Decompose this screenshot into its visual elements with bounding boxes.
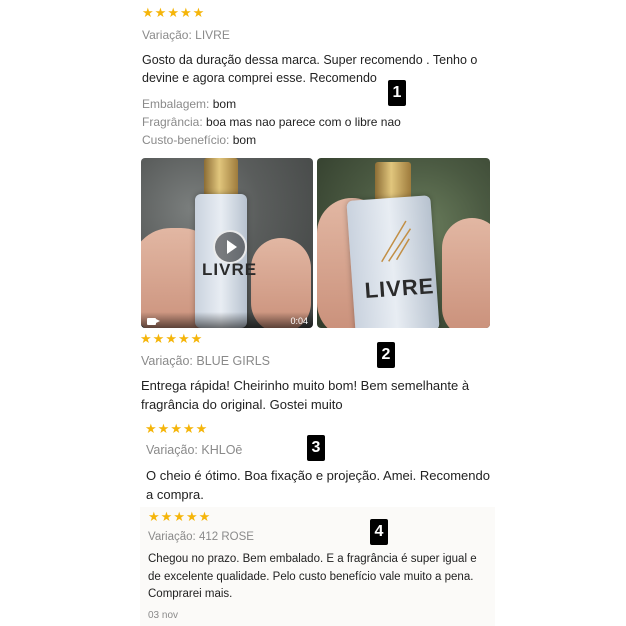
rating-stars: ★ ★ ★ ★ ★ (140, 332, 202, 345)
star-icon: ★ (185, 509, 198, 524)
review-photo-thumbnail[interactable]: LIVRE (317, 158, 490, 328)
star-icon: ★ (160, 509, 173, 524)
star-icon: ★ (145, 421, 157, 436)
review-text: Chegou no prazo. Bem embalado. E a fragr… (148, 553, 477, 600)
variation-label: Variação: (148, 531, 196, 543)
rating-stars: ★ ★ ★ ★ ★ (148, 510, 210, 523)
star-icon: ★ (182, 421, 195, 436)
video-camera-icon (147, 318, 160, 325)
video-duration: 0:04 (290, 316, 308, 326)
play-icon[interactable] (213, 230, 247, 264)
annotation-badge: 2 (377, 342, 395, 368)
annotation-badge: 3 (307, 435, 325, 461)
star-icon: ★ (179, 5, 192, 20)
star-icon: ★ (190, 331, 203, 346)
variation: Variação: KHLOē (146, 443, 242, 457)
star-icon: ★ (195, 421, 208, 436)
variation-value: LIVRE (195, 28, 230, 42)
star-icon: ★ (165, 331, 177, 346)
star-icon: ★ (154, 5, 167, 20)
star-icon: ★ (198, 509, 211, 524)
attribute-fragrance: Fragrância: boa mas nao parece com o lib… (142, 115, 401, 129)
variation: Variação: 412 ROSE (148, 531, 254, 543)
star-icon: ★ (167, 5, 179, 20)
attribute-value: Custo-benefício: bom (142, 133, 257, 147)
bottle-cap (204, 158, 238, 196)
variation: Variação: LIVRE (142, 28, 230, 42)
review-date: 03 nov (148, 610, 179, 621)
variation-label: Variação: (146, 443, 198, 457)
star-icon: ★ (142, 5, 154, 20)
star-icon: ★ (148, 509, 160, 524)
attribute-packaging: Embalagem: bom (142, 97, 237, 111)
star-icon: ★ (170, 421, 182, 436)
star-icon: ★ (140, 331, 152, 346)
star-icon: ★ (177, 331, 190, 346)
variation-value: BLUE GIRLS (196, 354, 271, 368)
rating-stars: ★ ★ ★ ★ ★ (145, 422, 207, 435)
attribute-list: Embalagem: bom Fragrância: boa mas nao p… (142, 95, 401, 149)
star-icon: ★ (192, 5, 205, 20)
video-bar: 0:04 (141, 312, 313, 328)
perfume-bottle: LIVRE (346, 195, 440, 328)
variation-label: Variação: (142, 28, 192, 42)
variation-label: Variação: (141, 354, 193, 368)
annotation-badge: 4 (370, 519, 388, 545)
review-4: ★ ★ ★ ★ ★ Variação: 412 ROSE 4 Chegou no… (140, 507, 495, 626)
bottle-decoration (381, 220, 412, 263)
star-icon: ★ (173, 509, 185, 524)
rating-stars: ★ ★ ★ ★ ★ (142, 6, 204, 19)
bottle-label: LIVRE (363, 273, 436, 304)
review-text: Gosto da duração dessa marca. Super reco… (142, 53, 478, 85)
variation-value: KHLOē (201, 443, 243, 457)
variation: Variação: BLUE GIRLS (141, 354, 270, 368)
hand (442, 218, 490, 328)
variation-value: 412 ROSE (198, 531, 254, 543)
star-icon: ★ (152, 331, 165, 346)
review-text: Entrega rápida! Cheirinho muito bom! Bem… (141, 378, 470, 412)
review-1: ★ ★ ★ ★ ★ Variação: LIVRE Gosto da duraç… (0, 0, 626, 330)
review-text: O cheio é ótimo. Boa fixação e projeção.… (146, 468, 490, 502)
star-icon: ★ (157, 421, 170, 436)
review-2: ★ ★ ★ ★ ★ Variação: BLUE GIRLS 2 Entrega… (0, 330, 626, 420)
review-video-thumbnail[interactable]: LIVRE 0:04 (141, 158, 313, 328)
review-3: ★ ★ ★ ★ ★ Variação: KHLOē 3 O cheio é ót… (0, 420, 626, 508)
